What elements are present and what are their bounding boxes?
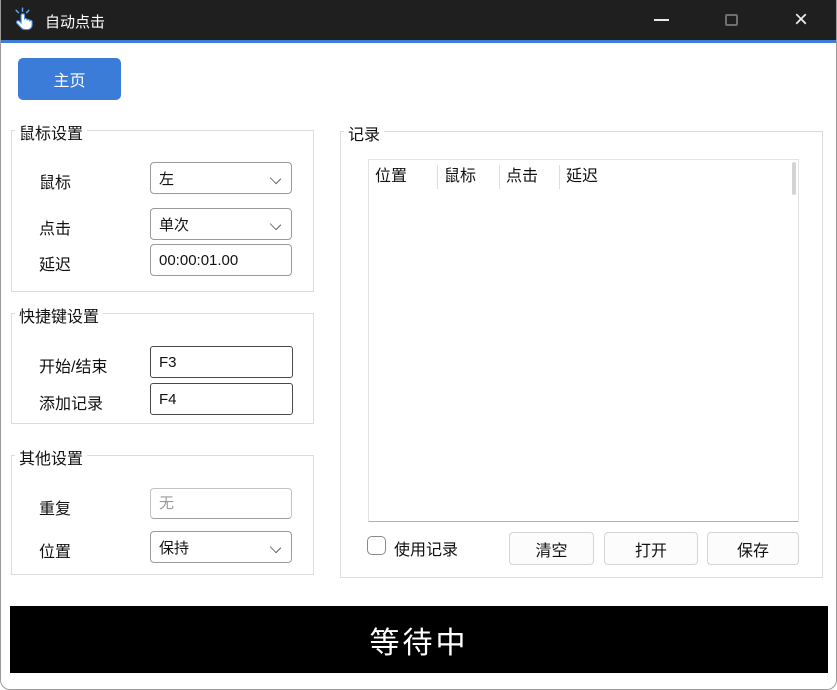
mouse-button-select[interactable]: 左 [150, 162, 292, 194]
home-tab-button[interactable]: 主页 [18, 58, 121, 100]
maximize-button[interactable] [708, 0, 754, 40]
click-type-value: 单次 [159, 214, 189, 235]
repeat-input[interactable] [150, 488, 292, 519]
group-other-settings: 其他设置 重复 位置 保持 [11, 455, 314, 575]
hand-click-icon [13, 7, 37, 33]
group-title: 快捷键设置 [15, 303, 103, 327]
position-label: 位置 [39, 538, 71, 562]
open-button[interactable]: 打开 [604, 532, 698, 565]
column-header-position[interactable]: 位置 [369, 165, 438, 189]
delay-label: 延迟 [39, 251, 71, 275]
add-record-hotkey-input[interactable] [150, 383, 293, 415]
group-hotkey-settings: 快捷键设置 开始/结束 添加记录 [11, 313, 314, 424]
records-table-header: 位置 鼠标 点击 延迟 [369, 162, 798, 192]
status-text: 等待中 [370, 618, 469, 662]
group-title: 其他设置 [15, 445, 87, 469]
column-header-delay[interactable]: 延迟 [560, 165, 798, 189]
titlebar-accent-line [1, 40, 836, 43]
window-title: 自动点击 [45, 11, 105, 32]
titlebar: 自动点击 × [1, 0, 836, 40]
use-records-label: 使用记录 [394, 536, 458, 560]
mouse-button-label: 鼠标 [39, 169, 71, 193]
group-title: 鼠标设置 [15, 120, 87, 144]
click-type-label: 点击 [39, 215, 71, 239]
column-header-click[interactable]: 点击 [500, 165, 560, 189]
chevron-down-icon [271, 543, 280, 552]
column-header-mouse[interactable]: 鼠标 [438, 165, 500, 189]
repeat-label: 重复 [39, 495, 71, 519]
add-record-hotkey-label: 添加记录 [39, 390, 103, 414]
app-window: 自动点击 × 主页 鼠标设置 鼠标 左 点击 单次 延迟 快捷键设置 开始/结束… [0, 0, 837, 690]
maximize-icon [725, 14, 738, 26]
clear-button[interactable]: 清空 [509, 532, 594, 565]
save-button[interactable]: 保存 [707, 532, 799, 565]
group-records: 记录 位置 鼠标 点击 延迟 使用记录 清空 打开 保存 [340, 131, 823, 578]
group-title: 记录 [344, 121, 384, 145]
status-bar: 等待中 [10, 606, 828, 673]
scrollbar-thumb[interactable] [792, 162, 796, 195]
start-stop-hotkey-label: 开始/结束 [39, 353, 107, 377]
close-button[interactable]: × [778, 0, 824, 40]
start-stop-hotkey-input[interactable] [150, 346, 293, 378]
close-icon: × [794, 8, 808, 32]
use-records-checkbox[interactable] [367, 536, 386, 555]
delay-input[interactable] [150, 244, 292, 276]
position-select[interactable]: 保持 [150, 531, 292, 563]
minimize-icon [654, 19, 669, 21]
mouse-button-value: 左 [159, 168, 174, 189]
click-type-select[interactable]: 单次 [150, 208, 292, 240]
minimize-button[interactable] [638, 0, 684, 40]
group-mouse-settings: 鼠标设置 鼠标 左 点击 单次 延迟 [11, 130, 314, 292]
chevron-down-icon [271, 220, 280, 229]
records-table[interactable]: 位置 鼠标 点击 延迟 [368, 159, 799, 522]
chevron-down-icon [271, 174, 280, 183]
position-value: 保持 [159, 537, 189, 558]
